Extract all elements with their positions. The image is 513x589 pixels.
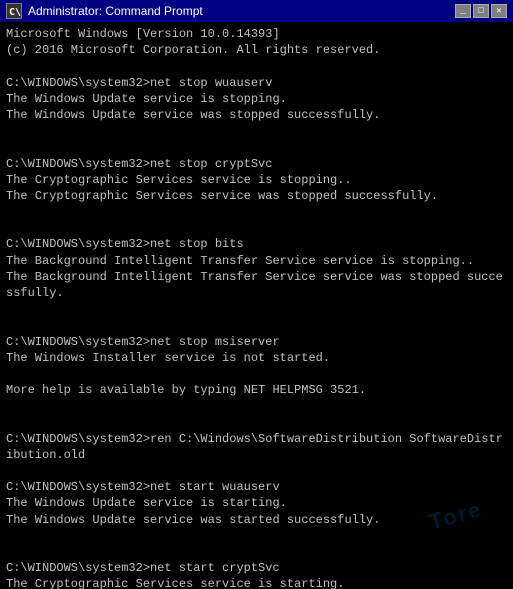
console-line [6,123,507,139]
console-line [6,58,507,74]
console-line: C:\WINDOWS\system32>ren C:\Windows\Softw… [6,431,507,463]
console-line [6,139,507,155]
console-line: The Cryptographic Services service is st… [6,576,507,589]
console-line [6,463,507,479]
console-line: More help is available by typing NET HEL… [6,382,507,398]
console-line: C:\WINDOWS\system32>net stop bits [6,236,507,252]
console-line: C:\WINDOWS\system32>net start wuauserv [6,479,507,495]
console-line [6,398,507,414]
title-bar-buttons: _ □ ✕ [455,4,507,18]
console-line: The Background Intelligent Transfer Serv… [6,253,507,269]
console-line: (c) 2016 Microsoft Corporation. All righ… [6,42,507,58]
maximize-button[interactable]: □ [473,4,489,18]
console-line: Microsoft Windows [Version 10.0.14393] [6,26,507,42]
title-bar: C\ Administrator: Command Prompt _ □ ✕ [0,0,513,22]
console-line: The Windows Update service is stopping. [6,91,507,107]
console-line: C:\WINDOWS\system32>net start cryptSvc [6,560,507,576]
title-bar-icon: C\ [6,3,22,19]
console-line [6,528,507,544]
console-line [6,366,507,382]
console-area: Microsoft Windows [Version 10.0.14393](c… [0,22,513,589]
console-line: The Windows Installer service is not sta… [6,350,507,366]
close-button[interactable]: ✕ [491,4,507,18]
console-line: The Cryptographic Services service is st… [6,172,507,188]
console-line: The Windows Update service is starting. [6,495,507,511]
console-line [6,415,507,431]
console-line: C:\WINDOWS\system32>net stop wuauserv [6,75,507,91]
title-bar-text: Administrator: Command Prompt [28,4,449,18]
console-line [6,204,507,220]
console-line [6,220,507,236]
svg-text:C\: C\ [9,7,21,18]
console-line [6,317,507,333]
console-line: The Windows Update service was stopped s… [6,107,507,123]
console-line [6,301,507,317]
console-line: C:\WINDOWS\system32>net stop cryptSvc [6,156,507,172]
console-line [6,544,507,560]
console-line: The Windows Update service was started s… [6,512,507,528]
minimize-button[interactable]: _ [455,4,471,18]
console-line: The Background Intelligent Transfer Serv… [6,269,507,301]
console-line: C:\WINDOWS\system32>net stop msiserver [6,334,507,350]
console-line: The Cryptographic Services service was s… [6,188,507,204]
